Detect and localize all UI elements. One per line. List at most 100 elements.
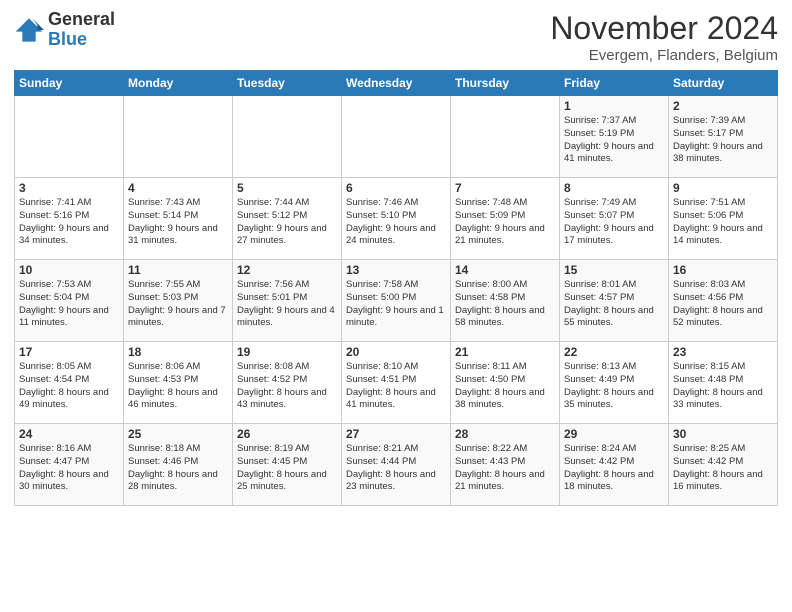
- calendar-cell-1-4: 7 Sunrise: 7:48 AM Sunset: 5:09 PM Daylig…: [451, 178, 560, 260]
- title-block: November 2024 Evergem, Flanders, Belgium: [550, 10, 778, 64]
- cell-content: Sunrise: 8:19 AM Sunset: 4:45 PM Dayligh…: [237, 443, 337, 494]
- calendar-cell-3-3: 20 Sunrise: 8:10 AM Sunset: 4:51 PM Dayli…: [342, 342, 451, 424]
- calendar-cell-4-1: 25Sunrise: 8:18 AM Sunset: 4:46 PM Dayli…: [124, 424, 233, 506]
- calendar-cell-2-6: 16 Sunrise: 8:03 AM Sunset: 4:56 PM Dayli…: [669, 260, 778, 342]
- calendar-cell-4-0: 24 Sunrise: 8:16 AM Sunset: 4:47 PM Dayli…: [15, 424, 124, 506]
- calendar-body: 1 Sunrise: 7:37 AM Sunset: 5:19 PM Daylig…: [15, 96, 778, 506]
- day-number: 15: [564, 263, 664, 277]
- calendar-cell-0-6: 2Sunrise: 7:39 AM Sunset: 5:17 PM Daylig…: [669, 96, 778, 178]
- day-number: 21: [455, 345, 555, 359]
- calendar-cell-0-1: [124, 96, 233, 178]
- cell-content: Sunrise: 8:06 AM Sunset: 4:53 PM Dayligh…: [128, 361, 228, 412]
- cell-content: Sunrise: 8:16 AM Sunset: 4:47 PM Dayligh…: [19, 443, 119, 494]
- calendar-cell-1-5: 8 Sunrise: 7:49 AM Sunset: 5:07 PM Daylig…: [560, 178, 669, 260]
- calendar-table: Sunday Monday Tuesday Wednesday Thursday…: [14, 70, 778, 506]
- day-number: 23: [673, 345, 773, 359]
- calendar-cell-4-3: 27 Sunrise: 8:21 AM Sunset: 4:44 PM Dayli…: [342, 424, 451, 506]
- cell-content: Sunrise: 7:48 AM Sunset: 5:09 PM Dayligh…: [455, 197, 555, 248]
- cell-content: Sunrise: 8:10 AM Sunset: 4:51 PM Dayligh…: [346, 361, 446, 412]
- cell-content: Sunrise: 7:53 AM Sunset: 5:04 PM Dayligh…: [19, 279, 119, 330]
- logo: General Blue: [14, 10, 115, 50]
- day-number: 8: [564, 181, 664, 195]
- header-wednesday: Wednesday: [342, 71, 451, 96]
- day-number: 4: [128, 181, 228, 195]
- cell-content: Sunrise: 7:39 AM Sunset: 5:17 PM Dayligh…: [673, 115, 773, 166]
- cell-content: Sunrise: 8:15 AM Sunset: 4:48 PM Dayligh…: [673, 361, 773, 412]
- day-number: 26: [237, 427, 337, 441]
- cell-content: Sunrise: 8:00 AM Sunset: 4:58 PM Dayligh…: [455, 279, 555, 330]
- day-number: 5: [237, 181, 337, 195]
- cell-content: Sunrise: 8:01 AM Sunset: 4:57 PM Dayligh…: [564, 279, 664, 330]
- logo-text: General Blue: [48, 10, 115, 50]
- calendar-week-4: 24 Sunrise: 8:16 AM Sunset: 4:47 PM Dayli…: [15, 424, 778, 506]
- calendar-cell-0-3: [342, 96, 451, 178]
- day-number: 17: [19, 345, 119, 359]
- cell-content: Sunrise: 7:41 AM Sunset: 5:16 PM Dayligh…: [19, 197, 119, 248]
- header-saturday: Saturday: [669, 71, 778, 96]
- calendar-cell-3-0: 17 Sunrise: 8:05 AM Sunset: 4:54 PM Dayli…: [15, 342, 124, 424]
- logo-icon: [14, 15, 44, 45]
- calendar-header: Sunday Monday Tuesday Wednesday Thursday…: [15, 71, 778, 96]
- calendar-cell-0-0: [15, 96, 124, 178]
- calendar-week-3: 17 Sunrise: 8:05 AM Sunset: 4:54 PM Dayli…: [15, 342, 778, 424]
- cell-content: Sunrise: 8:05 AM Sunset: 4:54 PM Dayligh…: [19, 361, 119, 412]
- day-number: 25: [128, 427, 228, 441]
- calendar-cell-3-2: 19 Sunrise: 8:08 AM Sunset: 4:52 PM Dayli…: [233, 342, 342, 424]
- cell-content: Sunrise: 8:11 AM Sunset: 4:50 PM Dayligh…: [455, 361, 555, 412]
- day-number: 14: [455, 263, 555, 277]
- day-number: 16: [673, 263, 773, 277]
- header-friday: Friday: [560, 71, 669, 96]
- day-number: 11: [128, 263, 228, 277]
- calendar-cell-3-1: 18 Sunrise: 8:06 AM Sunset: 4:53 PM Dayli…: [124, 342, 233, 424]
- cell-content: Sunrise: 8:03 AM Sunset: 4:56 PM Dayligh…: [673, 279, 773, 330]
- cell-content: Sunrise: 7:43 AM Sunset: 5:14 PM Dayligh…: [128, 197, 228, 248]
- day-number: 30: [673, 427, 773, 441]
- day-number: 19: [237, 345, 337, 359]
- cell-content: Sunrise: 8:24 AM Sunset: 4:42 PM Dayligh…: [564, 443, 664, 494]
- cell-content: Sunrise: 7:51 AM Sunset: 5:06 PM Dayligh…: [673, 197, 773, 248]
- day-number: 28: [455, 427, 555, 441]
- calendar-cell-4-2: 26 Sunrise: 8:19 AM Sunset: 4:45 PM Dayli…: [233, 424, 342, 506]
- subtitle: Evergem, Flanders, Belgium: [550, 47, 778, 64]
- calendar-cell-4-4: 28 Sunrise: 8:22 AM Sunset: 4:43 PM Dayli…: [451, 424, 560, 506]
- calendar-cell-2-3: 13Sunrise: 7:58 AM Sunset: 5:00 PM Dayli…: [342, 260, 451, 342]
- day-number: 20: [346, 345, 446, 359]
- cell-content: Sunrise: 7:55 AM Sunset: 5:03 PM Dayligh…: [128, 279, 228, 330]
- day-number: 1: [564, 99, 664, 113]
- calendar-cell-3-6: 23 Sunrise: 8:15 AM Sunset: 4:48 PM Dayli…: [669, 342, 778, 424]
- day-number: 22: [564, 345, 664, 359]
- page-container: General Blue November 2024 Evergem, Flan…: [0, 0, 792, 612]
- day-number: 7: [455, 181, 555, 195]
- day-number: 3: [19, 181, 119, 195]
- header-row: Sunday Monday Tuesday Wednesday Thursday…: [15, 71, 778, 96]
- header-monday: Monday: [124, 71, 233, 96]
- header: General Blue November 2024 Evergem, Flan…: [14, 10, 778, 64]
- logo-general: General: [48, 10, 115, 30]
- cell-content: Sunrise: 8:08 AM Sunset: 4:52 PM Dayligh…: [237, 361, 337, 412]
- calendar-cell-2-0: 10 Sunrise: 7:53 AM Sunset: 5:04 PM Dayli…: [15, 260, 124, 342]
- day-number: 18: [128, 345, 228, 359]
- calendar-cell-1-0: 3 Sunrise: 7:41 AM Sunset: 5:16 PM Daylig…: [15, 178, 124, 260]
- day-number: 6: [346, 181, 446, 195]
- cell-content: Sunrise: 8:21 AM Sunset: 4:44 PM Dayligh…: [346, 443, 446, 494]
- calendar-week-0: 1 Sunrise: 7:37 AM Sunset: 5:19 PM Daylig…: [15, 96, 778, 178]
- cell-content: Sunrise: 7:49 AM Sunset: 5:07 PM Dayligh…: [564, 197, 664, 248]
- calendar-cell-0-2: [233, 96, 342, 178]
- cell-content: Sunrise: 8:22 AM Sunset: 4:43 PM Dayligh…: [455, 443, 555, 494]
- calendar-cell-1-1: 4 Sunrise: 7:43 AM Sunset: 5:14 PM Daylig…: [124, 178, 233, 260]
- cell-content: Sunrise: 7:37 AM Sunset: 5:19 PM Dayligh…: [564, 115, 664, 166]
- calendar-cell-0-5: 1 Sunrise: 7:37 AM Sunset: 5:19 PM Daylig…: [560, 96, 669, 178]
- cell-content: Sunrise: 7:44 AM Sunset: 5:12 PM Dayligh…: [237, 197, 337, 248]
- calendar-cell-2-1: 11 Sunrise: 7:55 AM Sunset: 5:03 PM Dayli…: [124, 260, 233, 342]
- calendar-cell-2-2: 12Sunrise: 7:56 AM Sunset: 5:01 PM Dayli…: [233, 260, 342, 342]
- cell-content: Sunrise: 7:56 AM Sunset: 5:01 PM Dayligh…: [237, 279, 337, 330]
- day-number: 27: [346, 427, 446, 441]
- day-number: 24: [19, 427, 119, 441]
- cell-content: Sunrise: 7:46 AM Sunset: 5:10 PM Dayligh…: [346, 197, 446, 248]
- header-tuesday: Tuesday: [233, 71, 342, 96]
- calendar-cell-1-6: 9Sunrise: 7:51 AM Sunset: 5:06 PM Daylig…: [669, 178, 778, 260]
- calendar-cell-2-5: 15 Sunrise: 8:01 AM Sunset: 4:57 PM Dayli…: [560, 260, 669, 342]
- day-number: 29: [564, 427, 664, 441]
- day-number: 10: [19, 263, 119, 277]
- header-thursday: Thursday: [451, 71, 560, 96]
